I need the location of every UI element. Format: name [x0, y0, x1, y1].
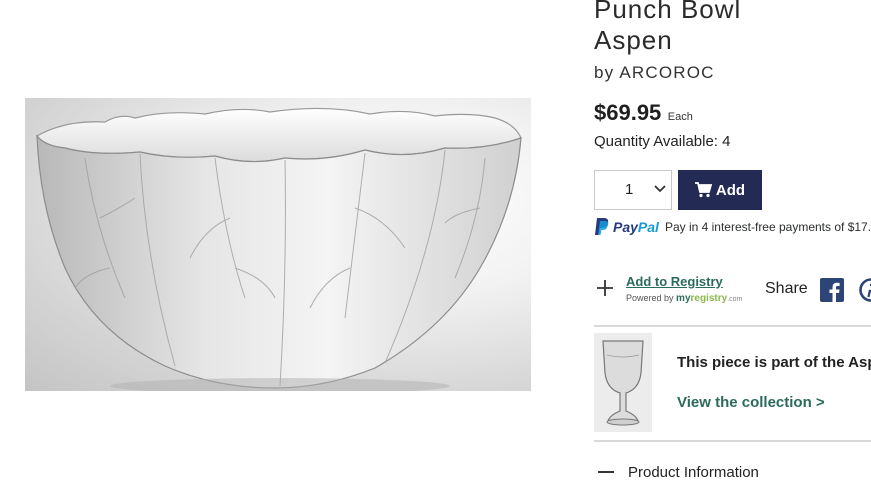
chevron-down-icon	[654, 185, 666, 193]
goblet-icon	[594, 333, 652, 432]
collection-text: This piece is part of the Asp	[677, 354, 871, 371]
facebook-icon[interactable]	[820, 278, 844, 302]
paypal-wordmark: PayPal	[613, 218, 659, 235]
glass-bowl-illustration	[36, 107, 522, 391]
collection-thumbnail[interactable]	[594, 333, 652, 432]
paypal-pay-later[interactable]: PayPal Pay in 4 interest-free payments o…	[594, 217, 871, 236]
paypal-logo-icon	[595, 218, 609, 235]
product-title-line1: Punch Bowl	[594, 0, 742, 24]
price: $69.95	[594, 100, 662, 125]
add-to-registry-link[interactable]: Add to Registry	[626, 274, 723, 289]
quantity-value: 1	[625, 181, 634, 198]
quantity-select[interactable]: 1	[594, 170, 672, 210]
divider-bottom	[594, 440, 871, 442]
product-title: Punch Bowl Aspen	[594, 0, 741, 56]
plus-icon	[597, 280, 613, 296]
myregistry-logo: myregistry.com	[676, 293, 743, 304]
cart-icon	[694, 182, 712, 198]
product-image[interactable]	[25, 98, 531, 391]
pinterest-icon[interactable]	[859, 278, 871, 302]
divider-top	[594, 325, 871, 327]
paypal-installments-text: Pay in 4 interest-free payments of $17.	[664, 219, 871, 234]
minus-icon[interactable]	[598, 471, 614, 473]
product-information-toggle[interactable]: Product Information	[628, 464, 759, 481]
add-to-cart-button[interactable]: Add	[678, 170, 762, 210]
add-button-label: Add	[715, 181, 746, 199]
registry-powered-by: Powered by myregistry.com	[626, 293, 743, 304]
price-row: $69.95 Each	[594, 100, 693, 126]
share-label: Share	[765, 280, 808, 297]
view-collection-link[interactable]: View the collection >	[677, 394, 825, 411]
price-unit: Each	[667, 111, 693, 123]
manufacturer-byline[interactable]: by ARCOROC	[594, 63, 715, 83]
quantity-available: Quantity Available: 4	[594, 133, 731, 150]
product-title-line2: Aspen	[594, 25, 673, 55]
